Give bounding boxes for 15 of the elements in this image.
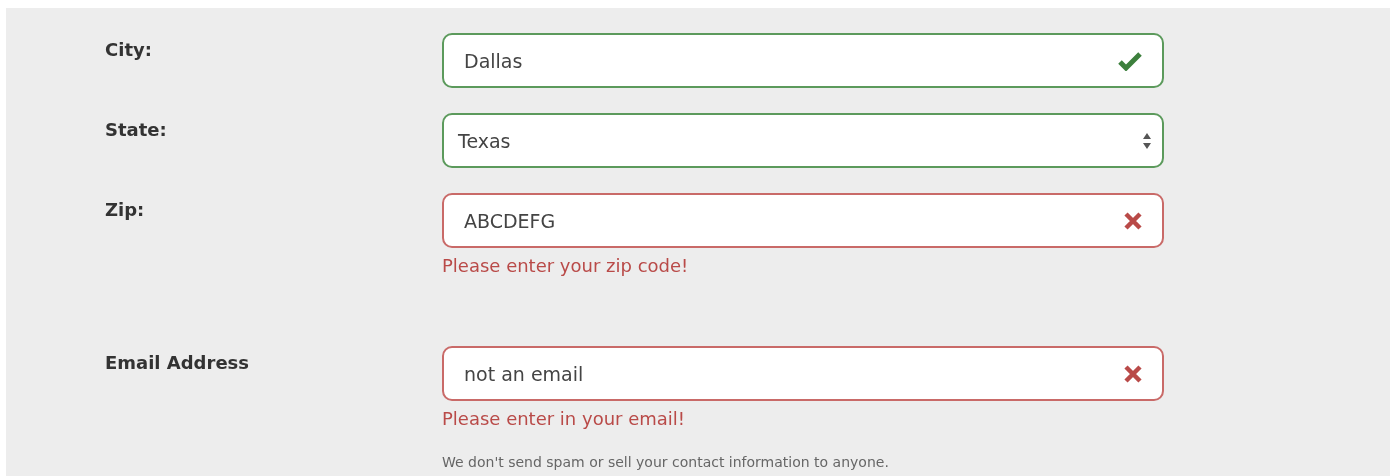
- cross-icon: [1124, 364, 1142, 383]
- field-label: City:: [105, 38, 152, 60]
- field-label: Zip:: [105, 198, 145, 220]
- cross-icon: [1124, 211, 1142, 230]
- field-label: Email Address: [105, 351, 250, 373]
- error-message: Please enter your zip code!: [442, 255, 689, 276]
- input-field[interactable]: Dallas: [442, 33, 1164, 88]
- error-message: Please enter in your email!: [442, 408, 686, 429]
- help-text: We don't send spam or sell your contact information to anyone.: [442, 455, 889, 471]
- input-field[interactable]: ABCDEFG: [442, 193, 1164, 248]
- input-field[interactable]: not an email: [442, 346, 1164, 401]
- checkmark-icon: [1118, 50, 1142, 71]
- select-arrows-icon: [1142, 131, 1152, 150]
- field-label: State:: [105, 118, 167, 140]
- state-select[interactable]: Texas: [442, 113, 1164, 168]
